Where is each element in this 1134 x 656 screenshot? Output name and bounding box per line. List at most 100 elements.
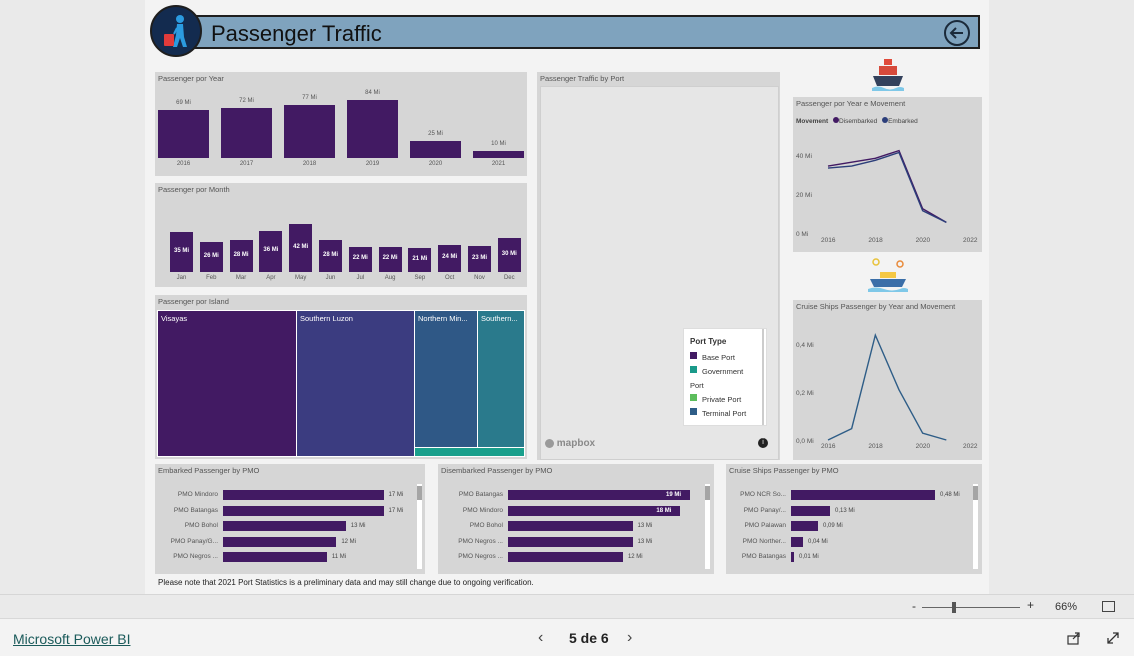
movement-line-chart: 40 Mi 20 Mi 0 Mi 2016 2018 2020 2022	[796, 149, 978, 244]
disclaimer-note: Please note that 2021 Port Statistics is…	[158, 578, 534, 587]
series-line[interactable]	[827, 149, 947, 223]
map-legend: Port Type Base Port Government Port Privat…	[683, 328, 767, 426]
month-tick-label: Dec	[503, 275, 515, 281]
month-tick-label: Oct	[445, 275, 455, 281]
pmo-bar[interactable]	[223, 521, 346, 531]
pmo-bar-label: 18 Mi	[656, 507, 672, 514]
month-tick-label: Jan	[176, 275, 187, 281]
year-chart-title: Passenger por Year	[158, 74, 224, 83]
pmo-row-label: PMO Bohol	[184, 522, 218, 529]
ship-icon	[870, 57, 906, 95]
year-bar[interactable]	[221, 108, 272, 158]
scrollbar[interactable]	[973, 484, 978, 569]
month-bar-label: 22 Mi	[352, 255, 368, 262]
month-bar-label: 22 Mi	[382, 255, 398, 262]
back-button[interactable]	[944, 20, 970, 46]
treemap-tile-other[interactable]	[414, 447, 525, 457]
pmo-bar-label: 0,13 Mi	[835, 507, 855, 514]
pmo-bar[interactable]	[223, 552, 327, 562]
arrow-left-icon	[949, 27, 963, 39]
zoom-out-button[interactable]: -	[912, 599, 916, 613]
scrollbar-thumb[interactable]	[417, 486, 422, 500]
month-bar-label: 28 Mi	[233, 252, 249, 258]
year-bar-label: 10 Mi	[491, 141, 506, 148]
year-tick-label: 2018	[302, 161, 317, 167]
zoom-in-button[interactable]: +	[1027, 598, 1034, 612]
year-tick-label: 2021	[491, 161, 506, 167]
legend-swatch	[690, 408, 697, 415]
series-line[interactable]	[827, 332, 947, 441]
port-map-panel[interactable]: Passenger Traffic by Port Port Type Base…	[537, 72, 780, 460]
year-bar[interactable]	[284, 104, 335, 158]
year-bar[interactable]	[347, 100, 398, 158]
zoom-slider-thumb[interactable]	[952, 602, 956, 613]
zoom-slider[interactable]	[922, 607, 1020, 608]
month-bar-label: 42 Mi	[293, 244, 309, 250]
prev-page-icon[interactable]: ‹	[538, 629, 543, 647]
pmo-bar[interactable]	[223, 490, 384, 500]
fit-to-page-icon[interactable]	[1102, 601, 1115, 612]
month-chart-panel[interactable]: Passenger por Month 35 Mi Jan 26 Mi Feb 28 M…	[155, 183, 527, 287]
pmo-row-label: PMO Batangas	[173, 506, 218, 514]
year-bar[interactable]	[410, 140, 461, 158]
month-bar-label: 36 Mi	[263, 247, 279, 254]
pmo-bar[interactable]	[223, 505, 384, 516]
treemap-tile-northern-mindanao[interactable]: Northern Min...	[414, 310, 478, 448]
pmo-bar[interactable]	[508, 552, 623, 562]
pmo-bar[interactable]	[508, 521, 633, 531]
info-icon[interactable]: i	[758, 438, 768, 448]
scrollbar-thumb[interactable]	[705, 486, 710, 500]
year-chart-panel[interactable]: Passenger por Year 69 Mi 2016 72 Mi 2017 77 …	[155, 72, 527, 176]
scrollbar[interactable]	[417, 484, 422, 569]
report-canvas: Passenger Traffic Passenger por Year 69 …	[0, 0, 1134, 594]
zoom-level: 66%	[1055, 601, 1078, 613]
embarked-pmo-panel[interactable]: Embarked Passenger by PMO PMO Mindoro 17 …	[155, 464, 425, 574]
pmo-bar-label: 11 Mi	[331, 554, 347, 560]
y-tick-label: 40 Mi	[796, 153, 812, 160]
legend-swatch	[690, 394, 697, 401]
pmo-bar[interactable]	[508, 505, 681, 516]
month-tick-label: Aug	[384, 275, 396, 281]
movement-chart-panel[interactable]: Passenger por Year e Movement Movement D…	[793, 97, 982, 252]
fullscreen-icon[interactable]	[1106, 631, 1120, 645]
pmo-bar[interactable]	[791, 505, 830, 516]
disembarked-pmo-panel[interactable]: Disembarked Passenger by PMO PMO Batanga…	[438, 464, 714, 574]
pmo-bar[interactable]	[508, 490, 690, 500]
month-bar-label: 23 Mi	[471, 254, 487, 261]
scrollbar[interactable]	[705, 484, 710, 569]
pmo-row-label: PMO Negros ...	[173, 553, 218, 560]
treemap-tile-southern-mindanao[interactable]: Southern...	[477, 310, 525, 448]
year-tick-label: 2017	[239, 161, 254, 167]
header-banner: Passenger Traffic	[188, 15, 980, 49]
legend-item-label: Private Port	[702, 395, 742, 404]
month-tick-label: Feb	[206, 275, 217, 281]
month-tick-label: Nov	[474, 275, 485, 281]
footer-bar: Microsoft Power BI ‹ 5 de 6 ›	[0, 618, 1134, 656]
pmo-bar[interactable]	[791, 490, 935, 500]
share-icon[interactable]	[1067, 631, 1081, 645]
year-tick-label: 2019	[365, 161, 380, 167]
pmo-bar[interactable]	[791, 552, 794, 562]
month-bar-label: 28 Mi	[322, 252, 338, 258]
pmo-bar[interactable]	[791, 521, 818, 531]
mapbox-circle-icon	[545, 438, 554, 448]
treemap-tile-southern-luzon[interactable]: Southern Luzon	[296, 310, 415, 457]
scrollbar-thumb[interactable]	[973, 486, 978, 500]
year-bar[interactable]	[473, 151, 524, 158]
cruise-pmo-panel[interactable]: Cruise Ships Passenger by PMO PMO NCR So…	[726, 464, 982, 574]
treemap-tile-visayas[interactable]: Visayas	[157, 310, 297, 457]
legend-item-label: Base Port	[702, 353, 735, 362]
cruise-chart-panel[interactable]: Cruise Ships Passenger by Year and Movem…	[793, 300, 982, 460]
pmo-bar-label: 13 Mi	[637, 523, 653, 529]
year-bar[interactable]	[158, 110, 209, 158]
pmo-bar[interactable]	[508, 536, 633, 547]
pmo-bar[interactable]	[791, 536, 803, 547]
island-chart-panel[interactable]: Passenger por Island Visayas Southern Lu…	[155, 295, 527, 459]
treemap-label: Visayas	[161, 314, 188, 323]
pmo-bar[interactable]	[223, 536, 337, 547]
power-bi-link[interactable]: Microsoft Power BI	[13, 631, 130, 647]
y-tick-label: 0,4 Mi	[796, 342, 814, 349]
next-page-icon[interactable]: ›	[627, 629, 632, 647]
legend-scrollbar[interactable]	[762, 329, 764, 425]
pmo-bar-label: 12 Mi	[627, 554, 643, 560]
